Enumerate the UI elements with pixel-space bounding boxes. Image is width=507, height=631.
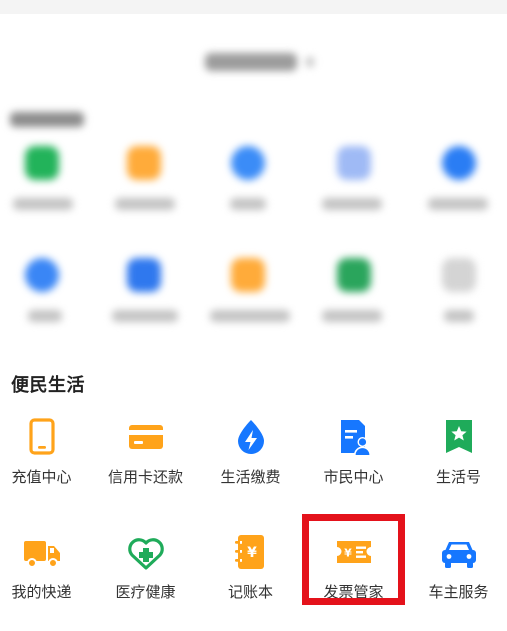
blurred-app-icon xyxy=(25,146,59,180)
app-medical-health[interactable]: 医疗健康 xyxy=(95,532,196,618)
blurred-app-label xyxy=(230,198,266,210)
credit-card-icon xyxy=(126,417,166,457)
blurred-app-icon xyxy=(231,146,265,180)
blurred-app-label xyxy=(428,198,488,210)
highlight-box xyxy=(302,514,405,605)
tablet-icon xyxy=(22,417,62,457)
blurred-app-icon xyxy=(127,258,161,292)
svg-text:¥: ¥ xyxy=(247,545,257,561)
app-credit-card-repay[interactable]: 信用卡还款 xyxy=(95,417,196,503)
ledger-book-icon: ¥ xyxy=(231,532,271,572)
blurred-app-icon xyxy=(337,258,371,292)
blurred-header-title xyxy=(205,53,297,71)
blurred-app-label xyxy=(322,198,382,210)
blurred-app-label xyxy=(210,310,290,322)
blurred-app-label xyxy=(322,310,382,322)
blurred-app-icon xyxy=(231,258,265,292)
blurred-app-icon xyxy=(442,146,476,180)
status-strip xyxy=(0,0,507,14)
app-label: 车主服务 xyxy=(428,583,489,601)
citizen-document-icon xyxy=(334,417,374,457)
blurred-app-icon xyxy=(25,258,59,292)
app-citizen-center[interactable]: 市民中心 xyxy=(303,417,404,503)
blurred-app-icon xyxy=(337,146,371,180)
water-drop-bolt-icon xyxy=(231,417,271,457)
bookmark-star-icon xyxy=(439,417,479,457)
app-label: 我的快递 xyxy=(11,583,72,601)
blurred-app-icon xyxy=(442,258,476,292)
app-label: 信用卡还款 xyxy=(107,468,183,486)
section-title: 便民生活 xyxy=(11,375,85,396)
blurred-app-label xyxy=(28,310,62,322)
app-label: 医疗健康 xyxy=(115,583,176,601)
blurred-app-icon xyxy=(127,146,161,180)
app-label: 市民中心 xyxy=(323,468,384,486)
app-recharge-center[interactable]: 充值中心 xyxy=(0,417,92,503)
blurred-app-label xyxy=(115,198,175,210)
blurred-app-label xyxy=(13,198,73,210)
app-life-account[interactable]: 生活号 xyxy=(408,417,507,503)
blurred-section-title xyxy=(10,112,84,127)
blurred-chevron-icon xyxy=(306,57,314,67)
app-my-delivery[interactable]: 我的快递 xyxy=(0,532,92,618)
app-label: 记账本 xyxy=(227,583,273,601)
car-icon xyxy=(439,532,479,572)
delivery-truck-icon xyxy=(22,532,62,572)
app-car-owner-service[interactable]: 车主服务 xyxy=(408,532,507,618)
blurred-app-label xyxy=(112,310,178,322)
app-label: 充值中心 xyxy=(11,468,72,486)
app-label: 生活缴费 xyxy=(220,468,281,486)
app-label: 生活号 xyxy=(435,468,481,486)
blurred-app-label xyxy=(444,310,474,322)
app-utility-payment[interactable]: 生活缴费 xyxy=(200,417,301,503)
heart-cross-icon xyxy=(126,532,166,572)
blurred-area xyxy=(0,14,507,344)
app-account-book[interactable]: ¥ 记账本 xyxy=(200,532,301,618)
